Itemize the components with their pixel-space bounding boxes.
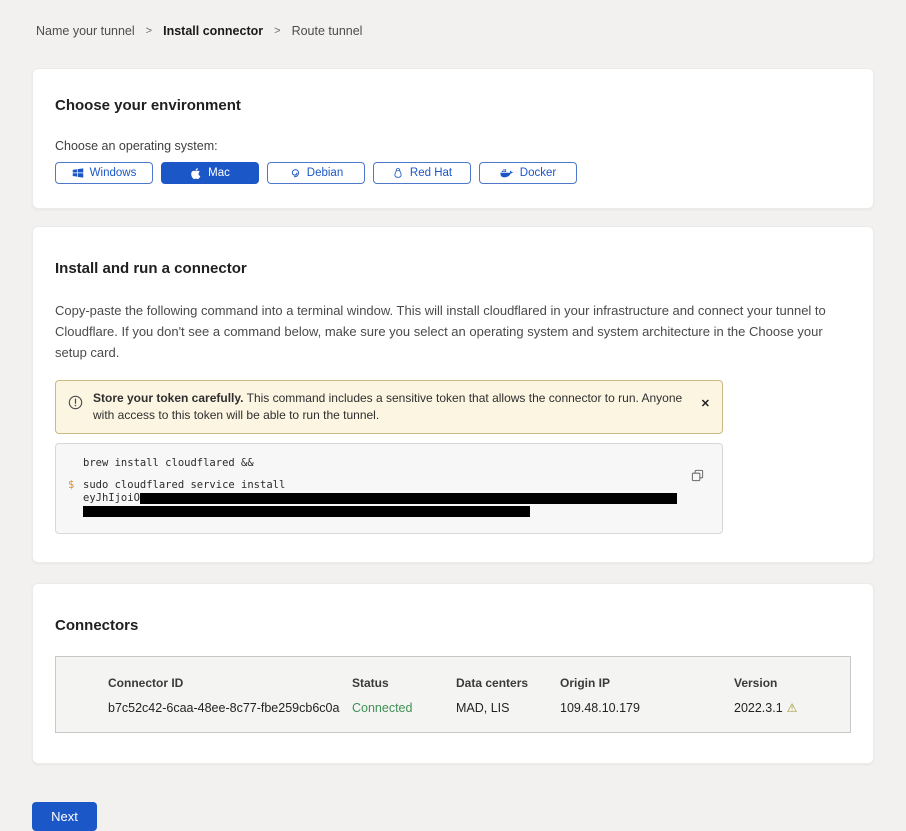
redaction-bar	[83, 506, 530, 517]
warning-message-bold: Store your token carefully.	[93, 391, 244, 405]
redhat-icon	[392, 167, 404, 180]
connectors-card: Connectors Connector ID Status Data cent…	[32, 583, 874, 764]
os-button-label: Debian	[307, 167, 343, 179]
redaction-bar	[140, 493, 677, 504]
version-warning-icon: ⚠	[787, 701, 798, 715]
version-text: 2022.3.1	[734, 701, 783, 715]
breadcrumb: Name your tunnel > Install connector > R…	[0, 0, 906, 38]
docker-icon	[500, 168, 514, 179]
install-command-code-block[interactable]: brew install cloudflared && $ sudo cloud…	[55, 443, 723, 534]
connectors-table: Connector ID Status Data centers Origin …	[55, 656, 851, 733]
os-button-label: Windows	[90, 167, 137, 179]
copy-icon[interactable]	[691, 469, 704, 485]
breadcrumb-name-your-tunnel[interactable]: Name your tunnel	[36, 24, 135, 38]
column-header-status: Status	[352, 676, 456, 690]
debian-icon	[289, 167, 301, 179]
column-header-connector-id: Connector ID	[108, 676, 352, 690]
environment-card-title: Choose your environment	[55, 97, 851, 114]
apple-icon	[190, 167, 202, 180]
code-text: brew install cloudflared &&	[83, 457, 254, 470]
column-header-data-centers: Data centers	[456, 676, 560, 690]
breadcrumb-separator: >	[146, 25, 152, 37]
os-button-redhat[interactable]: Red Hat	[373, 162, 471, 184]
os-button-windows[interactable]: Windows	[55, 162, 153, 184]
os-button-mac[interactable]: Mac	[161, 162, 259, 184]
connector-id-value: b7c52c42-6caa-48ee-8c77-fbe259cb6c0a	[108, 701, 352, 715]
alert-circle-icon	[68, 395, 83, 415]
code-text: sudo cloudflared service install	[83, 479, 285, 492]
connector-origin-ip-value: 109.48.10.179	[560, 701, 734, 715]
os-button-docker[interactable]: Docker	[479, 162, 577, 184]
install-card-title: Install and run a connector	[55, 260, 851, 277]
token-prefix: eyJhIjoiO	[83, 492, 140, 505]
close-icon[interactable]: ✕	[701, 399, 710, 410]
column-header-origin-ip: Origin IP	[560, 676, 734, 690]
breadcrumb-install-connector[interactable]: Install connector	[163, 24, 263, 38]
os-button-group: Windows Mac Debian Red Hat	[55, 162, 851, 184]
install-connector-card: Install and run a connector Copy-paste t…	[32, 226, 874, 563]
code-line-token: eyJhIjoiO	[68, 492, 708, 505]
connector-data-centers-value: MAD, LIS	[456, 701, 560, 715]
column-header-version: Version	[734, 676, 840, 690]
os-button-label: Red Hat	[410, 167, 452, 179]
os-button-label: Docker	[520, 167, 556, 179]
install-card-description: Copy-paste the following command into a …	[55, 300, 851, 363]
connector-status-value: Connected	[352, 701, 456, 715]
code-line-sudo: $ sudo cloudflared service install	[68, 479, 708, 492]
code-line-brew: brew install cloudflared &&	[68, 457, 708, 470]
os-button-debian[interactable]: Debian	[267, 162, 365, 184]
shell-prompt: $	[68, 479, 83, 492]
warning-message: Store your token carefully. This command…	[93, 390, 687, 424]
connectors-card-title: Connectors	[55, 617, 851, 634]
next-button[interactable]: Next	[32, 802, 97, 831]
environment-card: Choose your environment Choose an operat…	[32, 68, 874, 209]
connector-version-value: 2022.3.1 ⚠	[734, 701, 840, 715]
windows-icon	[72, 167, 84, 179]
breadcrumb-route-tunnel[interactable]: Route tunnel	[292, 24, 363, 38]
breadcrumb-separator: >	[274, 25, 280, 37]
os-select-label: Choose an operating system:	[55, 139, 851, 153]
token-warning-banner: Store your token carefully. This command…	[55, 380, 723, 434]
os-button-label: Mac	[208, 167, 230, 179]
